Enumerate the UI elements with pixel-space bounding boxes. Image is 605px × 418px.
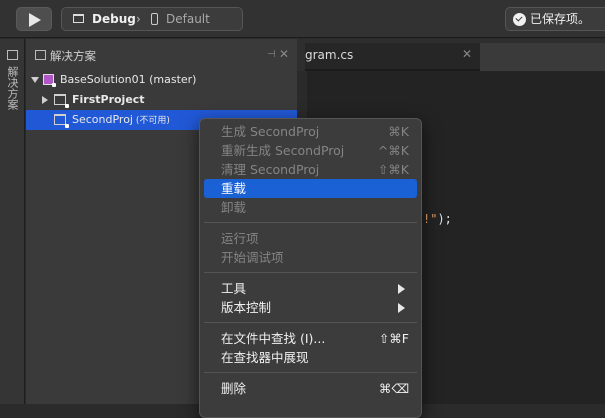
punctuation: );	[437, 212, 452, 226]
menu-item-shortcut: ⇧⌘K	[377, 162, 409, 177]
menu-item-shortcut: ⌘K	[388, 124, 409, 139]
menu-item-version-control[interactable]: 版本控制	[204, 298, 417, 317]
configuration-selector[interactable]: Debug › Default	[61, 7, 243, 31]
menu-item-rebuild[interactable]: 重新生成 SecondProj ^⌘K	[204, 141, 417, 160]
status-text: 已保存项。	[530, 12, 591, 26]
unavailable-note: (不可用)	[133, 116, 170, 126]
menu-item-label: 工具	[221, 281, 247, 296]
collapse-arrow-icon[interactable]	[42, 96, 48, 104]
solution-tab-label[interactable]: 解决方案	[6, 66, 19, 110]
tree-row-solution[interactable]: BaseSolution01 (master)	[26, 70, 297, 90]
menu-item-clean[interactable]: 清理 SecondProj ⇧⌘K	[204, 160, 417, 179]
menu-item-label: 重载	[221, 181, 247, 196]
main-toolbar: Debug › Default 已保存项。	[0, 0, 605, 38]
chevron-right-icon: ›	[136, 12, 141, 26]
menu-item-reveal-in-finder[interactable]: 在查找器中展现	[204, 348, 417, 367]
menu-item-build[interactable]: 生成 SecondProj ⌘K	[204, 122, 417, 141]
pin-icon[interactable]: ⊣	[267, 49, 276, 60]
menu-separator	[204, 272, 417, 273]
close-icon[interactable]: ✕	[279, 47, 289, 61]
menu-item-label: 运行项	[221, 231, 259, 246]
solution-icon	[35, 50, 46, 60]
menu-item-label: 在查找器中展现	[221, 350, 309, 365]
tab-bar-empty	[480, 43, 605, 71]
checkmark-icon	[513, 13, 526, 26]
tree-row-firstproject[interactable]: FirstProject	[26, 90, 297, 110]
solution-pad-icon[interactable]	[7, 50, 18, 60]
menu-item-label: 在文件中查找 (I)...	[221, 331, 326, 346]
menu-item-find-in-files[interactable]: 在文件中查找 (I)... ⇧⌘F	[204, 329, 417, 348]
submenu-arrow-icon	[398, 303, 405, 313]
pad-title: 解决方案	[50, 49, 96, 63]
status-bar: 已保存项。	[505, 7, 605, 31]
tree-label: SecondProj (不可用)	[72, 113, 170, 126]
configuration-label: Debug	[92, 12, 136, 26]
run-button[interactable]	[16, 7, 52, 31]
project-icon	[54, 114, 69, 128]
tab-label: gram.cs	[305, 48, 354, 62]
menu-item-label: 开始调试项	[221, 250, 284, 265]
menu-separator	[204, 372, 417, 373]
menu-item-run[interactable]: 运行项	[204, 229, 417, 248]
expand-arrow-icon[interactable]	[31, 77, 39, 83]
close-icon[interactable]: ✕	[462, 47, 472, 61]
menu-item-label: 清理 SecondProj	[221, 162, 320, 177]
tab-program-cs[interactable]: gram.cs ✕	[305, 43, 480, 71]
device-icon	[151, 13, 158, 25]
tab-bar: gram.cs ✕	[297, 39, 605, 71]
context-menu: 生成 SecondProj ⌘K 重新生成 SecondProj ^⌘K 清理 …	[199, 118, 422, 418]
menu-item-label: 卸载	[221, 200, 247, 215]
menu-item-shortcut: ⇧⌘F	[378, 331, 409, 346]
tree-label: BaseSolution01 (master)	[60, 73, 197, 86]
menu-item-label: 重新生成 SecondProj	[221, 143, 345, 158]
tree-label: FirstProject	[72, 93, 145, 106]
play-icon	[29, 13, 41, 27]
menu-item-tools[interactable]: 工具	[204, 279, 417, 298]
menu-separator	[204, 222, 417, 223]
window-icon	[73, 14, 84, 23]
submenu-arrow-icon	[398, 284, 405, 294]
menu-item-label: 删除	[221, 381, 247, 396]
pad-header: 解决方案 ⊣ ✕	[26, 39, 297, 69]
menu-item-label: 版本控制	[221, 300, 272, 315]
menu-item-unload[interactable]: 卸载	[204, 198, 417, 217]
project-icon	[54, 94, 69, 108]
solution-file-icon	[43, 74, 56, 87]
menu-item-debug[interactable]: 开始调试项	[204, 248, 417, 267]
menu-item-reload[interactable]: 重载	[204, 179, 417, 198]
menu-item-shortcut: ^⌘K	[377, 143, 409, 158]
menu-item-shortcut: ⌘⌫	[378, 381, 409, 396]
side-tab-strip: 解决方案	[0, 39, 25, 404]
string-literal: !"	[423, 212, 438, 226]
menu-item-delete[interactable]: 删除 ⌘⌫	[204, 379, 417, 398]
code-line[interactable]: !");	[423, 212, 452, 226]
menu-separator	[204, 322, 417, 323]
run-target-label: Default	[166, 12, 210, 26]
menu-item-label: 生成 SecondProj	[221, 124, 320, 139]
